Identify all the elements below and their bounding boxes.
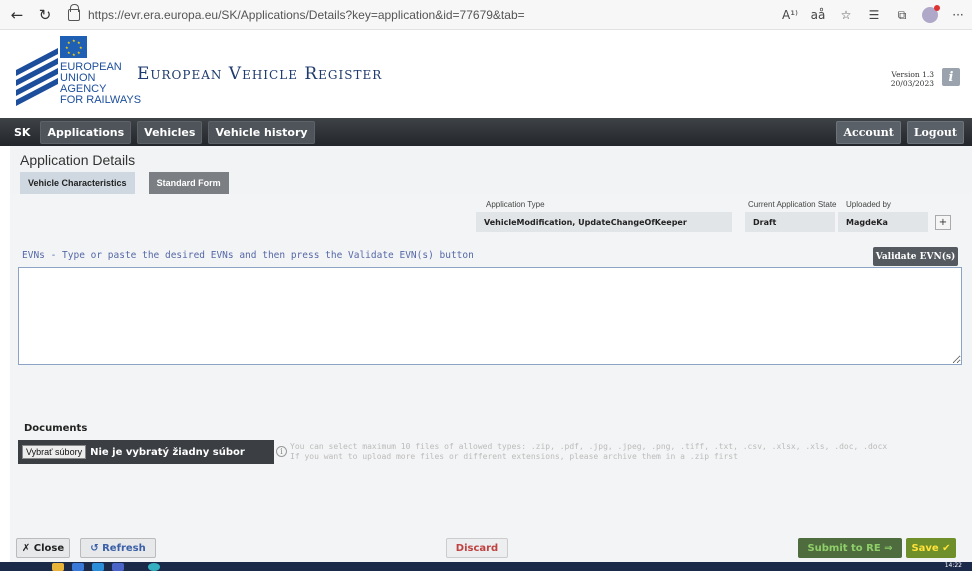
discard-button[interactable]: Discard <box>446 538 508 558</box>
browser-toolbar: ← ↻ https://evr.era.europa.eu/SK/Applica… <box>0 0 972 30</box>
os-taskbar: 14:22 <box>0 562 972 571</box>
logout-button[interactable]: Logout <box>906 121 964 144</box>
submit-to-re-button[interactable]: Submit to RE ⇒ <box>798 538 902 558</box>
account-button[interactable]: Account <box>836 121 901 144</box>
documents-label: Documents <box>24 423 88 434</box>
nav-vehicles[interactable]: Vehicles <box>137 120 203 144</box>
version-date: 20/03/2023 <box>890 79 934 88</box>
collections-icon[interactable]: ⧉ <box>888 8 916 23</box>
tab-standard-form[interactable]: Standard Form <box>148 172 229 194</box>
main-navigation: SK Applications Vehicles Vehicle history… <box>0 118 972 146</box>
choose-files-button[interactable]: Vybrať súbory <box>22 445 87 459</box>
upload-help-line: You can select maximum 10 files of allow… <box>290 442 888 451</box>
reload-icon[interactable]: ↻ <box>34 4 56 26</box>
app-title: European Vehicle Register <box>137 64 383 84</box>
info-button[interactable]: i <box>942 68 960 86</box>
taskbar-app-icon[interactable] <box>72 563 84 571</box>
main-content: Application Type VehicleModification, Up… <box>10 194 972 534</box>
page-header: Application Details Vehicle Characterist… <box>10 146 972 194</box>
nav-user-actions: Account Logout <box>830 121 964 144</box>
favorites-list-icon[interactable]: ☰ <box>860 8 888 22</box>
taskbar-app-icon[interactable] <box>112 563 124 571</box>
page-title: Application Details <box>20 152 136 168</box>
file-explorer-icon[interactable] <box>52 563 64 571</box>
tab-vehicle-characteristics[interactable]: Vehicle Characteristics <box>20 172 135 194</box>
close-button[interactable]: ✗ Close <box>16 538 70 558</box>
upload-help-text: You can select maximum 10 files of allow… <box>290 442 887 462</box>
edge-browser-icon[interactable] <box>148 563 160 571</box>
version-label: Version 1.3 <box>891 70 934 79</box>
application-type-value: VehicleModification, UpdateChangeOfKeepe… <box>476 212 732 232</box>
application-type-label: Application Type <box>486 200 545 209</box>
evn-instruction: EVNs - Type or paste the desired EVNs an… <box>22 250 474 261</box>
refresh-button[interactable]: ↺ Refresh <box>80 538 156 558</box>
logo-stripes-icon <box>16 48 58 106</box>
version-info: Version 1.3 20/03/2023 <box>891 70 934 88</box>
page-root: ← ↻ https://evr.era.europa.eu/SK/Applica… <box>0 0 972 571</box>
validate-evn-button[interactable]: Validate EVN(s) <box>873 247 958 266</box>
expand-plus-button[interactable]: + <box>935 215 951 230</box>
more-menu-icon[interactable]: ··· <box>944 8 972 22</box>
file-upload[interactable]: Vybrať súbory Nie je vybratý žiadny súbo… <box>18 440 274 464</box>
browser-actions: A¹⁾ aå ☆ ☰ ⧉ ··· <box>776 0 972 30</box>
agency-name: EUROPEAN UNION AGENCY FOR RAILWAYS <box>60 62 141 106</box>
save-button[interactable]: Save ✔ <box>906 538 956 558</box>
file-status: Nie je vybratý žiadny súbor <box>90 446 245 458</box>
agency-line: FOR RAILWAYS <box>60 94 142 106</box>
era-logo: ★ ★ ★ ★ ★ ★ ★ ★ EUROPEAN UNION AGENCY FOR RA… <box>16 36 141 116</box>
lock-icon <box>68 3 80 21</box>
nav-applications[interactable]: Applications <box>40 120 132 144</box>
immersive-reader-icon[interactable]: aå <box>804 8 832 22</box>
upload-help-line: If you want to upload more files or diff… <box>290 452 738 461</box>
uploaded-by-label: Uploaded by <box>846 200 891 209</box>
footer-actions: ✗ Close ↺ Refresh Discard Submit to RE ⇒… <box>10 534 972 562</box>
favorite-star-icon[interactable]: ☆ <box>832 8 860 22</box>
uploaded-by-value: MagdeKa <box>838 212 928 232</box>
eu-flag-icon: ★ ★ ★ ★ ★ ★ ★ ★ <box>60 36 87 58</box>
taskbar-app-icon[interactable] <box>92 563 104 571</box>
clock: 14:22 <box>944 562 962 569</box>
application-state-value: Draft <box>745 212 835 232</box>
info-circle-icon: i <box>276 446 287 457</box>
nav-country[interactable]: SK <box>6 122 34 143</box>
back-arrow-icon[interactable]: ← <box>6 4 28 26</box>
tab-bar: Vehicle Characteristics Standard Form <box>20 172 229 194</box>
read-aloud-icon[interactable]: A¹⁾ <box>776 8 804 22</box>
nav-vehicle-history[interactable]: Vehicle history <box>208 120 315 144</box>
url-text: https://evr.era.europa.eu/SK/Application… <box>88 7 525 22</box>
app-header: ★ ★ ★ ★ ★ ★ ★ ★ EUROPEAN UNION AGENCY FOR RA… <box>0 30 972 118</box>
application-state-label: Current Application State <box>748 200 837 209</box>
evn-textarea[interactable] <box>18 267 962 365</box>
address-bar[interactable]: https://evr.era.europa.eu/SK/Application… <box>68 3 788 26</box>
profile-avatar-icon[interactable] <box>922 5 940 23</box>
